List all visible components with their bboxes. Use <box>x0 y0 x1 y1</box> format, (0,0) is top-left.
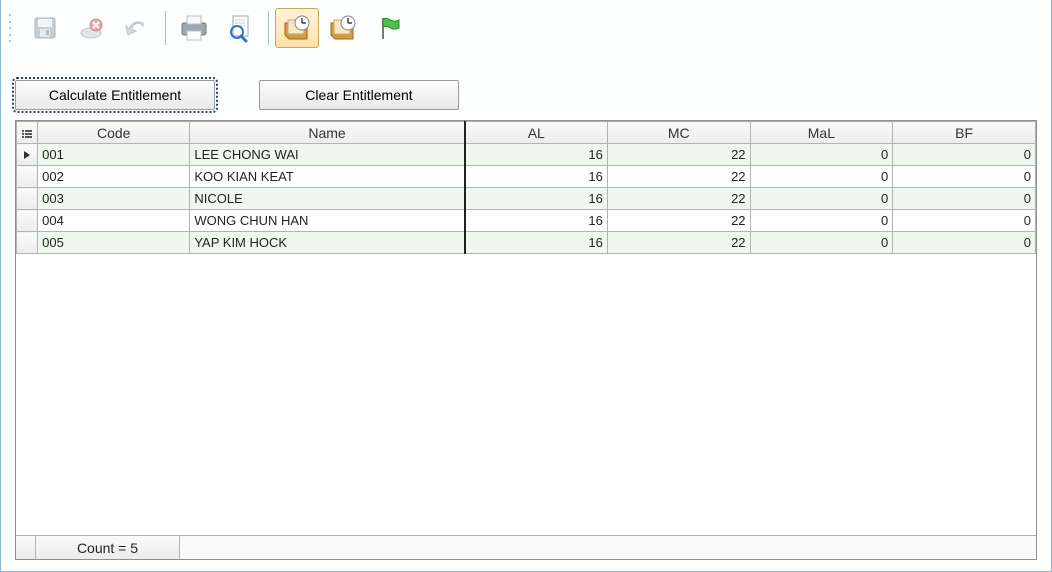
action-bar: Calculate Entitlement Clear Entitlement <box>1 56 1051 120</box>
col-name[interactable]: Name <box>190 122 465 144</box>
data-table[interactable]: Code Name AL MC MaL BF 001 LEE CHON <box>16 121 1036 254</box>
clock-book-icon <box>281 13 313 43</box>
grid-scroll-area[interactable]: Code Name AL MC MaL BF 001 LEE CHON <box>16 121 1036 535</box>
row-count-label: Count = 5 <box>36 536 180 559</box>
cell-mc[interactable]: 22 <box>607 166 750 188</box>
main-toolbar <box>1 0 1051 50</box>
preview-icon <box>225 13 255 43</box>
cell-al[interactable]: 16 <box>465 188 608 210</box>
cell-bf[interactable]: 0 <box>893 188 1036 210</box>
clear-entitlement-button[interactable]: Clear Entitlement <box>259 80 459 110</box>
cell-bf[interactable]: 0 <box>893 166 1036 188</box>
cell-name[interactable]: WONG CHUN HAN <box>190 210 465 232</box>
cell-name[interactable]: YAP KIM HOCK <box>190 232 465 254</box>
col-bf[interactable]: BF <box>893 122 1036 144</box>
cell-mc[interactable]: 22 <box>607 210 750 232</box>
toolbar-separator <box>268 11 269 45</box>
cell-al[interactable]: 16 <box>465 210 608 232</box>
delete-icon <box>77 14 105 42</box>
flag-icon <box>375 14 403 42</box>
table-row[interactable]: 004 WONG CHUN HAN 16 22 0 0 <box>17 210 1036 232</box>
footer-spacer <box>180 536 1036 559</box>
row-indicator <box>17 188 38 210</box>
flag-button[interactable] <box>367 8 411 48</box>
schedule1-button[interactable] <box>275 8 319 48</box>
schedule2-button[interactable] <box>321 8 365 48</box>
col-mal[interactable]: MaL <box>750 122 893 144</box>
cell-bf[interactable]: 0 <box>893 232 1036 254</box>
cell-code[interactable]: 001 <box>38 144 190 166</box>
list-icon <box>22 129 32 139</box>
undo-button[interactable] <box>115 8 159 48</box>
cell-name[interactable]: LEE CHONG WAI <box>190 144 465 166</box>
clock-book2-icon <box>327 13 359 43</box>
cell-mal[interactable]: 0 <box>750 210 893 232</box>
cell-name[interactable]: NICOLE <box>190 188 465 210</box>
app-window: Calculate Entitlement Clear Entitlement <box>0 0 1052 572</box>
row-indicator <box>17 166 38 188</box>
row-indicator <box>17 144 38 166</box>
footer-stub <box>16 536 36 559</box>
table-row[interactable]: 003 NICOLE 16 22 0 0 <box>17 188 1036 210</box>
current-row-icon <box>22 150 32 160</box>
table-row[interactable]: 001 LEE CHONG WAI 16 22 0 0 <box>17 144 1036 166</box>
cell-mal[interactable]: 0 <box>750 188 893 210</box>
cell-name[interactable]: KOO KIAN KEAT <box>190 166 465 188</box>
cell-al[interactable]: 16 <box>465 166 608 188</box>
col-al[interactable]: AL <box>465 122 608 144</box>
cell-mal[interactable]: 0 <box>750 166 893 188</box>
cell-al[interactable]: 16 <box>465 144 608 166</box>
table-row[interactable]: 002 KOO KIAN KEAT 16 22 0 0 <box>17 166 1036 188</box>
cell-code[interactable]: 005 <box>38 232 190 254</box>
preview-button[interactable] <box>218 8 262 48</box>
cell-mc[interactable]: 22 <box>607 232 750 254</box>
calculate-entitlement-button[interactable]: Calculate Entitlement <box>15 80 215 110</box>
cell-bf[interactable]: 0 <box>893 144 1036 166</box>
cell-code[interactable]: 003 <box>38 188 190 210</box>
col-code[interactable]: Code <box>38 122 190 144</box>
undo-icon <box>123 17 151 39</box>
entitlement-grid: Code Name AL MC MaL BF 001 LEE CHON <box>15 120 1037 560</box>
save-icon <box>31 14 59 42</box>
cell-bf[interactable]: 0 <box>893 210 1036 232</box>
cell-code[interactable]: 004 <box>38 210 190 232</box>
cell-code[interactable]: 002 <box>38 166 190 188</box>
col-mc[interactable]: MC <box>607 122 750 144</box>
row-indicator <box>17 232 38 254</box>
cell-mal[interactable]: 0 <box>750 144 893 166</box>
cell-al[interactable]: 16 <box>465 232 608 254</box>
delete-button[interactable] <box>69 8 113 48</box>
grid-footer: Count = 5 <box>16 535 1036 559</box>
row-indicator <box>17 210 38 232</box>
cell-mc[interactable]: 22 <box>607 188 750 210</box>
toolbar-grip[interactable] <box>9 12 17 44</box>
print-icon <box>178 13 210 43</box>
save-button[interactable] <box>23 8 67 48</box>
cell-mal[interactable]: 0 <box>750 232 893 254</box>
print-button[interactable] <box>172 8 216 48</box>
row-selector-header[interactable] <box>17 122 38 144</box>
cell-mc[interactable]: 22 <box>607 144 750 166</box>
header-row: Code Name AL MC MaL BF <box>17 122 1036 144</box>
table-row[interactable]: 005 YAP KIM HOCK 16 22 0 0 <box>17 232 1036 254</box>
toolbar-separator <box>165 11 166 45</box>
